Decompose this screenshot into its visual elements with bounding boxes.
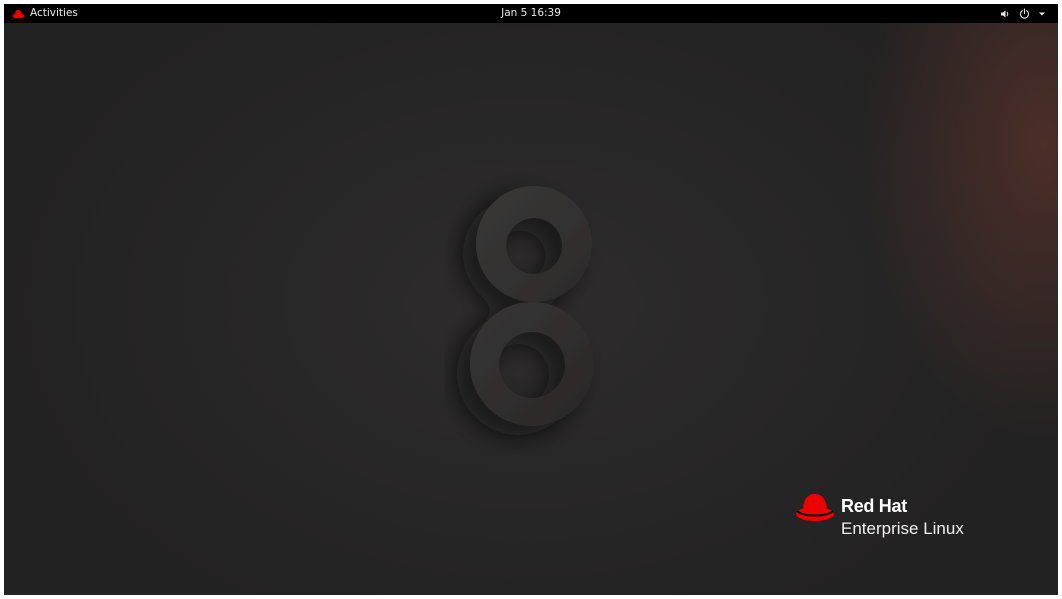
redhat-icon bbox=[794, 492, 836, 524]
brand-product: Enterprise Linux bbox=[841, 519, 964, 538]
wallpaper-eight-graphic bbox=[444, 174, 614, 454]
activities-label: Activities bbox=[30, 7, 78, 19]
chevron-down-icon bbox=[1038, 11, 1046, 17]
power-icon bbox=[1019, 8, 1030, 19]
system-menu-button[interactable] bbox=[1000, 4, 1046, 23]
top-bar: Activities Jan 5 16:39 bbox=[4, 4, 1058, 23]
redhat-brand-logo: Red Hat Enterprise Linux bbox=[794, 490, 1024, 550]
clock-container: Jan 5 16:39 bbox=[4, 4, 1058, 23]
brand-name: Red Hat bbox=[841, 496, 907, 516]
activities-button[interactable]: Activities bbox=[12, 4, 78, 23]
redhat-icon bbox=[12, 9, 25, 19]
volume-icon bbox=[1000, 9, 1011, 19]
screenshot-frame: Activities Jan 5 16:39 Red Hat Enterpris… bbox=[0, 0, 1062, 599]
clock-button[interactable]: Jan 5 16:39 bbox=[501, 7, 561, 19]
desktop: Activities Jan 5 16:39 Red Hat Enterpris… bbox=[4, 4, 1058, 595]
